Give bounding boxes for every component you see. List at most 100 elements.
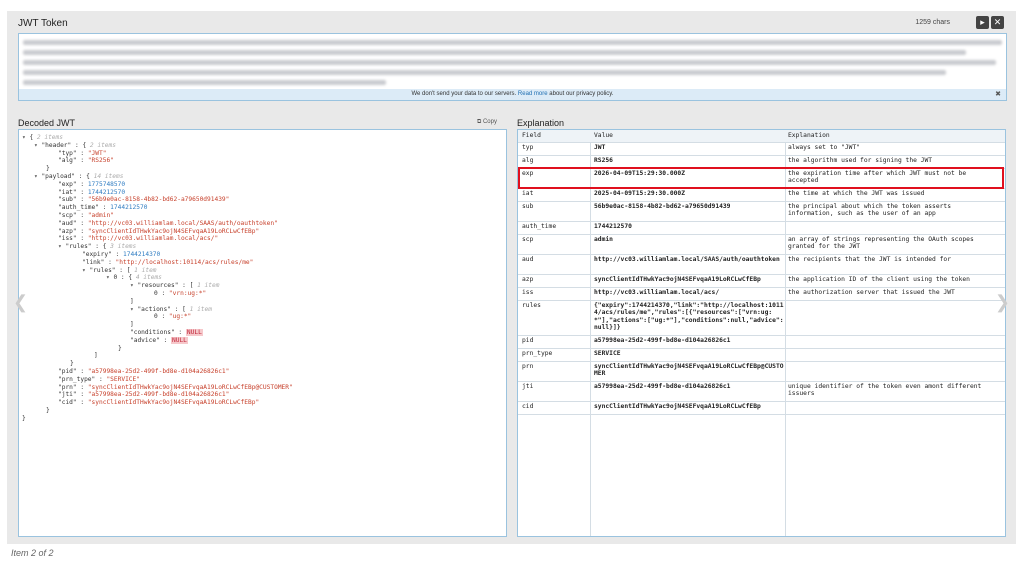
json-line: "jti" : "a57998ea-25d2-499f-bd8e-d104a26… (58, 391, 230, 399)
table-row-jti: jti a57998ea-25d2-499f-bd8e-d104a26826c1 u… (518, 381, 1005, 402)
cell-field: auth_time (522, 223, 557, 230)
cell-field: alg (522, 157, 534, 164)
json-line: "exp" : 1775748570 (58, 180, 126, 188)
cell-value: a57998ea-25d2-499f-bd8e-d104a26826c1 (594, 383, 731, 390)
item-counter: Item 2 of 2 (11, 548, 54, 558)
json-line: 0 : "vrn:ug:*" (154, 290, 207, 297)
cell-value: 56b9e0ac-8158-4b82-bd62-a79650d91439 (594, 203, 731, 210)
json-line: "scp" : "admin" (58, 212, 114, 219)
json-line: "pid" : "a57998ea-25d2-499f-bd8e-d104a26… (58, 368, 230, 375)
copy-button[interactable]: ⧉ Copy (477, 119, 497, 126)
table-row-typ: typ JWT always set to "JWT" (518, 142, 1005, 156)
table-row-cid: cid syncClientIdTHwkYac9ojN4SEFvqaA19LoRC… (518, 401, 1005, 415)
table-row-prn: prn syncClientIdTHwkYac9ojN4SEFvqaA19LoRC… (518, 361, 1005, 382)
table-row-prn_type: prn_type SERVICE (518, 348, 1005, 362)
decoded-json-tree[interactable]: ▾ { 2 items ▾ "header" : { 2 items "typ" :… (18, 129, 507, 537)
next-arrow-icon[interactable]: ❯ (995, 292, 1010, 313)
cell-value: SERVICE (594, 350, 621, 357)
cell-value: syncClientIdTHwkYac9ojN4SEFvqaA19LoRCLwC… (594, 363, 784, 378)
cell-value: JWT (594, 144, 606, 151)
json-line: "cid" : "syncClientIdTHwkYac9ojN4SEFvqaA… (58, 399, 260, 407)
cell-value: admin (594, 236, 613, 243)
decoded-title: Decoded JWT (18, 118, 76, 128)
json-line: "conditions" : NULL (130, 329, 203, 336)
json-line: "alg" : "RS256" (58, 157, 114, 165)
table-row-auth_time: auth_time 1744212570 (518, 221, 1005, 235)
collapse-toggle-icon[interactable]: ▾ (58, 243, 65, 250)
cell-field: sub (522, 203, 534, 210)
json-line: "aud" : "http://vc03.williamlam.local/SA… (58, 219, 278, 227)
collapse-toggle-icon[interactable]: ▾ (130, 306, 137, 313)
cell-explanation: always set to "JWT" (788, 144, 861, 151)
table-row-iss: iss http://vc03.williamlam.local/acs/the … (518, 287, 1005, 301)
cell-field: scp (522, 236, 534, 243)
cell-explanation: the recipients that the JWT is intended … (788, 256, 952, 263)
highlight-exp-row (518, 167, 1004, 189)
cell-value: 2025-04-09T15:29:30.000Z (594, 190, 685, 197)
prev-arrow-icon[interactable]: ❮ (13, 292, 28, 313)
json-line: "advice" : NULL (130, 336, 188, 344)
cell-field: rules (522, 302, 541, 309)
table-row-pid: pid a57998ea-25d2-499f-bd8e-d104a26826c1 (518, 335, 1005, 349)
cell-value: Value (594, 132, 613, 139)
json-line: } (70, 360, 74, 368)
jwt-viewer-frame: JWT Token 1259 chars ▸ ✕ We don't send y… (7, 11, 1016, 544)
privacy-notice: We don't send your data to our servers. … (19, 89, 1006, 100)
collapse-toggle-icon[interactable]: ▾ (34, 173, 41, 180)
table-row-rules: rules {"expiry":1744214370,"link":"http:/… (518, 300, 1005, 336)
json-line: "sub" : "56b9e0ac-8158-4b82-bd62-a79650d… (58, 196, 230, 204)
cell-value: http://vc03.williamlam.local/SAAS/auth/o… (594, 256, 780, 263)
cell-value: RS256 (594, 157, 613, 164)
json-line: } (22, 414, 26, 422)
copy-label: Copy (482, 119, 497, 125)
cell-explanation: the authorization server that issued the… (788, 289, 955, 296)
collapse-toggle-icon[interactable]: ▾ (22, 134, 29, 141)
json-line: "expiry" : 1744214370 (82, 251, 161, 258)
cell-field: cid (522, 403, 534, 410)
cell-explanation: the application ID of the client using t… (788, 276, 970, 283)
cell-value: syncClientIdTHwkYac9ojN4SEFvqaA19LoRCLwC… (594, 403, 761, 410)
table-row-aud: aud http://vc03.williamlam.local/SAAS/aut… (518, 254, 1005, 275)
notice-text: We don't send your data to our servers. (411, 91, 517, 97)
cell-field: iat (522, 190, 534, 197)
json-line: ] (130, 297, 134, 305)
json-line: 0 : "ug:*" (154, 313, 192, 321)
json-line: "prn_type" : "SERVICE" (58, 375, 140, 383)
cell-value: http://vc03.williamlam.local/acs/ (594, 289, 720, 296)
json-line: ▾ { 2 items (22, 134, 63, 141)
json-line: "azp" : "syncClientIdTHwkYac9ojN4SEFvqaA… (58, 227, 260, 235)
cell-field: jti (522, 383, 534, 390)
json-line: ▾ "header" : { 2 items (34, 141, 116, 149)
table-row-iat: iat 2025-04-09T15:29:30.000Z the time at w… (518, 188, 1005, 202)
notice-text-end: about our privacy policy. (549, 91, 614, 97)
token-title: JWT Token (18, 18, 68, 29)
cell-value: 1744212570 (594, 223, 632, 230)
cell-field: Field (522, 132, 541, 139)
dismiss-notice-icon[interactable]: ✖ (995, 89, 1001, 100)
collapse-toggle-icon[interactable]: ▾ (130, 282, 137, 289)
expand-icon[interactable]: ▸ (976, 16, 989, 29)
cell-explanation: the algorithm used for signing the JWT (788, 157, 933, 164)
cell-explanation: the principal about which the token asse… (788, 203, 952, 218)
cell-value: {"expiry":1744214370,"link":"http://loca… (594, 302, 784, 331)
close-icon[interactable]: ✕ (991, 16, 1004, 29)
cell-field: iss (522, 289, 534, 296)
cell-explanation: unique identifier of the token even amon… (788, 383, 982, 398)
collapse-toggle-icon[interactable]: ▾ (106, 274, 113, 281)
explanation-table: Field Value Explanation typ JWT always set to… (517, 129, 1006, 537)
collapse-toggle-icon[interactable]: ▾ (34, 142, 41, 149)
json-line: } (46, 165, 50, 173)
json-line: } (118, 344, 122, 352)
json-line: ▾ "payload" : { 14 items (34, 173, 124, 180)
json-line: ▾ "rules" : { 3 items (58, 243, 137, 251)
json-line: ] (130, 321, 134, 329)
read-more-link[interactable]: Read more (518, 91, 548, 97)
cell-field: azp (522, 276, 534, 283)
jwt-token-input[interactable]: We don't send your data to our servers. … (18, 33, 1007, 101)
collapse-toggle-icon[interactable]: ▾ (82, 267, 89, 274)
cell-field: typ (522, 144, 534, 151)
json-line: ▾ "resources" : [ 1 item (130, 282, 220, 290)
json-line: ▾ "actions" : [ 1 item (130, 305, 212, 313)
table-row-sub: sub 56b9e0ac-8158-4b82-bd62-a79650d91439 t… (518, 201, 1005, 222)
cell-field: prn (522, 363, 534, 370)
